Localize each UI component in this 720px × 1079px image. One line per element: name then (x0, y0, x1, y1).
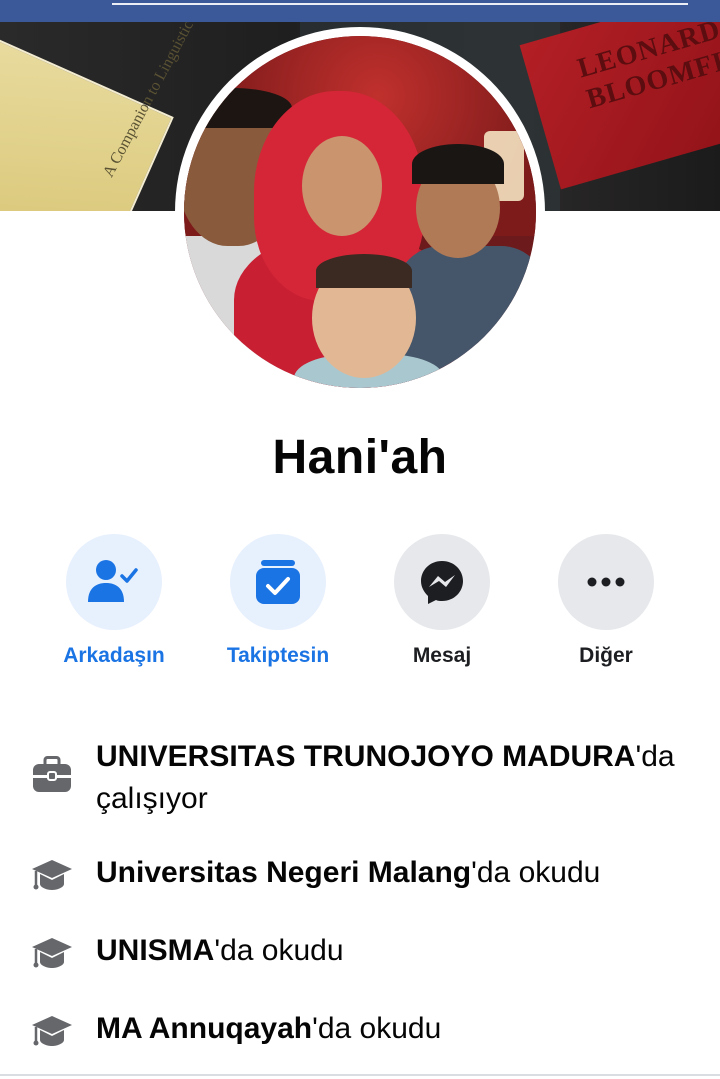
avatar-person-face (302, 136, 382, 236)
info-education-text: Universitas Negeri Malang'da okudu (96, 852, 696, 894)
more-button-circle[interactable] (558, 534, 654, 630)
more-dots-icon (587, 577, 625, 587)
more-button-label: Diğer (579, 644, 633, 667)
more-button[interactable]: Diğer (524, 534, 688, 668)
profile-name: Hani'ah (272, 431, 448, 484)
message-button[interactable]: Mesaj (360, 534, 524, 668)
avatar-person-hair (412, 144, 504, 184)
messenger-icon (421, 561, 463, 604)
graduation-cap-icon (32, 938, 72, 968)
message-button-label: Mesaj (412, 644, 472, 667)
friends-check-icon (88, 560, 138, 602)
briefcase-icon (33, 756, 71, 792)
info-education-suffix: 'da okudu (214, 934, 344, 967)
following-button-circle[interactable] (230, 534, 326, 630)
top-bar-divider (112, 3, 688, 5)
friends-button[interactable]: Arkadaşın (32, 534, 196, 668)
cover-book-right-title: LEONARD BLOOMFIELD (574, 22, 720, 116)
friends-button-label: Arkadaşın (63, 644, 165, 667)
following-button[interactable]: Takiptesin (196, 534, 360, 668)
info-education-school: Universitas Negeri Malang (96, 856, 472, 889)
info-education-school: UNISMA (96, 934, 215, 967)
graduation-cap-icon (32, 1016, 72, 1046)
info-education-school: MA Annuqayah (96, 1012, 313, 1045)
friends-button-circle[interactable] (66, 534, 162, 630)
avatar-person-hair (316, 254, 412, 288)
info-education-suffix: 'da okudu (312, 1012, 442, 1045)
info-education-text: UNISMA'da okudu (96, 930, 696, 972)
message-button-circle[interactable] (394, 534, 490, 630)
bottom-divider (0, 1074, 720, 1076)
avatar[interactable] (184, 36, 536, 388)
info-education-suffix: 'da okudu (471, 856, 601, 889)
profile-actions: Arkadaşın Takiptesin Mesaj Diğer (0, 534, 720, 674)
info-work-employer: UNIVERSITAS TRUNOJOYO MADURA (96, 740, 636, 773)
following-button-label: Takiptesin (226, 644, 330, 667)
info-education-text: MA Annuqayah'da okudu (96, 1008, 696, 1050)
following-check-icon (256, 560, 300, 604)
graduation-cap-icon (32, 860, 72, 890)
top-app-bar (0, 0, 720, 22)
info-work-text: UNIVERSITAS TRUNOJOYO MADURA'da çalışıyo… (96, 736, 696, 820)
